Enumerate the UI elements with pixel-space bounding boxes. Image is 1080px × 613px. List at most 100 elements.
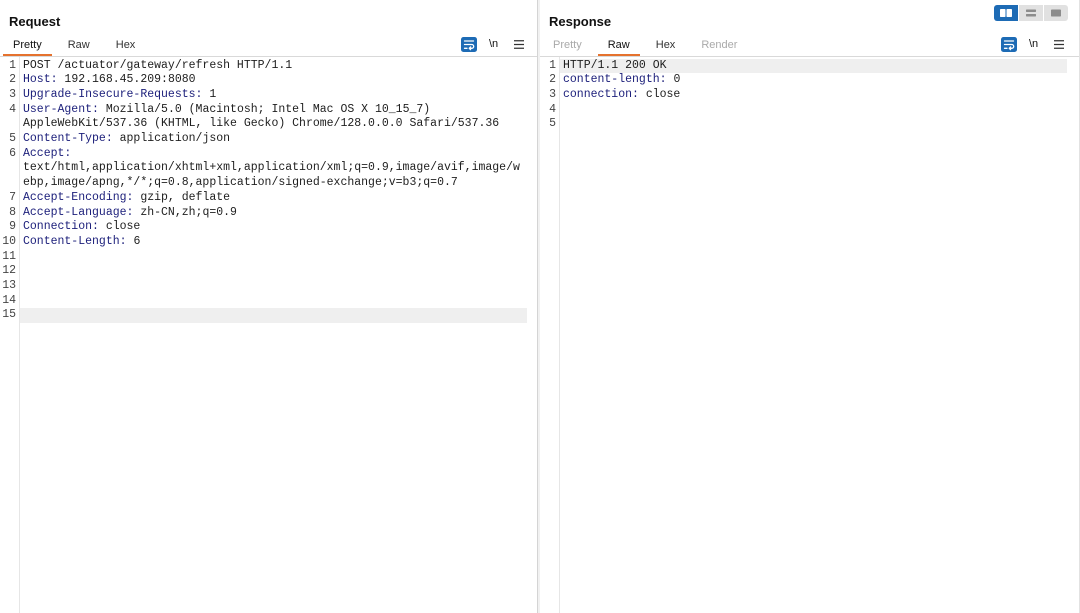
line-text[interactable]: Content-Type: application/json bbox=[20, 132, 527, 147]
header-name: Host: bbox=[23, 73, 58, 87]
line-number: 3 bbox=[9, 88, 16, 102]
header-line[interactable]: 3 connection: close bbox=[540, 88, 1067, 103]
tab-hex[interactable]: Hex bbox=[646, 37, 686, 56]
header-value: close bbox=[105, 220, 141, 234]
line-text[interactable] bbox=[20, 264, 527, 279]
header-line[interactable]: 5 Content-Type: application/json bbox=[0, 132, 527, 147]
header-line[interactable]: 6 Accept: bbox=[0, 147, 527, 162]
tab-raw[interactable]: Raw bbox=[58, 37, 100, 56]
wrap-lines-button[interactable] bbox=[461, 37, 477, 52]
header-value-continued[interactable]: ebp,image/apng,*/*;q=0.8,application/sig… bbox=[20, 176, 527, 191]
request-line[interactable]: 11 bbox=[0, 250, 527, 265]
line-text[interactable]: Connection: close bbox=[20, 220, 527, 235]
line-text[interactable]: Accept-Encoding: gzip, deflate bbox=[20, 191, 527, 206]
header-value-continued[interactable]: text/html,application/xhtml+xml,applicat… bbox=[20, 161, 527, 176]
header-value-continued[interactable]: AppleWebKit/537.36 (KHTML, like Gecko) C… bbox=[20, 117, 527, 132]
header-name: Accept-Encoding: bbox=[23, 190, 134, 204]
header-value: Mozilla/5.0 (Macintosh; Intel Mac OS X 1… bbox=[105, 102, 431, 116]
header-line[interactable]: 2 content-length: 0 bbox=[540, 73, 1067, 88]
wrap-lines-button[interactable] bbox=[1001, 37, 1017, 52]
response-line[interactable]: 5 bbox=[540, 117, 1067, 132]
editor-menu-button[interactable] bbox=[514, 40, 524, 49]
line-number: 13 bbox=[2, 278, 16, 292]
tab-render[interactable]: Render bbox=[691, 37, 747, 56]
header-name: Content-Type: bbox=[23, 132, 113, 146]
line-text[interactable]: User-Agent: Mozilla/5.0 (Macintosh; Intel… bbox=[20, 103, 527, 118]
header-name: Accept: bbox=[23, 146, 72, 160]
line-text[interactable] bbox=[560, 117, 1067, 132]
request-view-tabs: Pretty Raw Hex bbox=[3, 37, 145, 56]
line-number: 6 bbox=[9, 146, 16, 160]
line-text[interactable]: Content-Length: 6 bbox=[20, 235, 527, 250]
response-lines: 1 HTTP/1.1 200 OK 2 content-length: 0 3 c… bbox=[540, 58, 1067, 132]
line-number-blank bbox=[0, 176, 20, 191]
header-line[interactable]: 4 User-Agent: Mozilla/5.0 (Macintosh; Int… bbox=[0, 103, 527, 118]
header-line[interactable]: 2 Host: 192.168.45.209:8080 bbox=[0, 73, 527, 88]
header-name: connection: bbox=[563, 88, 639, 102]
header-value: 6 bbox=[133, 234, 141, 248]
line-number: 15 bbox=[2, 308, 16, 322]
header-value: application/json bbox=[119, 132, 231, 146]
tab-pretty[interactable]: Pretty bbox=[543, 37, 592, 56]
header-line[interactable]: 9 Connection: close bbox=[0, 220, 527, 235]
line-number: 8 bbox=[9, 205, 16, 219]
line-text[interactable] bbox=[20, 279, 527, 294]
tab-pretty[interactable]: Pretty bbox=[3, 37, 52, 56]
line-text[interactable]: Upgrade-Insecure-Requests: 1 bbox=[20, 88, 527, 103]
request-line[interactable]: 14 bbox=[0, 294, 527, 309]
header-line[interactable]: 7 Accept-Encoding: gzip, deflate bbox=[0, 191, 527, 206]
request-line[interactable]: 1 POST /actuator/gateway/refresh HTTP/1.… bbox=[0, 59, 527, 74]
header-name: Upgrade-Insecure-Requests: bbox=[23, 88, 203, 102]
header-name: Content-Length: bbox=[23, 234, 127, 248]
wrapped-line-continuation[interactable]: text/html,application/xhtml+xml,applicat… bbox=[0, 161, 527, 176]
panel-title: Request bbox=[9, 14, 61, 29]
line-number: 11 bbox=[2, 249, 16, 263]
request-line[interactable]: 15 bbox=[0, 308, 527, 324]
header-line[interactable]: 10 Content-Length: 6 bbox=[0, 235, 527, 250]
header-name: content-length: bbox=[563, 73, 667, 87]
line-number: 4 bbox=[9, 102, 16, 116]
editor-menu-button[interactable] bbox=[1054, 40, 1064, 49]
status-line[interactable]: 1 HTTP/1.1 200 OK bbox=[540, 58, 1067, 74]
header-value: gzip, deflate bbox=[140, 190, 231, 204]
header-value: 0 bbox=[673, 73, 681, 87]
header-name: Connection: bbox=[23, 220, 99, 234]
line-number: 7 bbox=[9, 190, 16, 204]
header-line[interactable]: 8 Accept-Language: zh-CN,zh;q=0.9 bbox=[0, 206, 527, 221]
line-text[interactable]: POST /actuator/gateway/refresh HTTP/1.1 bbox=[20, 59, 527, 74]
line-number: 1 bbox=[9, 58, 16, 72]
line-text[interactable]: Host: 192.168.45.209:8080 bbox=[20, 73, 527, 88]
line-text[interactable]: Accept-Language: zh-CN,zh;q=0.9 bbox=[20, 206, 527, 221]
request-line[interactable]: 13 bbox=[0, 279, 527, 294]
request-editor[interactable]: 1 POST /actuator/gateway/refresh HTTP/1.… bbox=[0, 57, 537, 613]
line-number: 4 bbox=[549, 102, 556, 116]
request-line[interactable]: 12 bbox=[0, 264, 527, 279]
line-text[interactable]: content-length: 0 bbox=[560, 73, 1067, 88]
line-text[interactable] bbox=[20, 250, 527, 265]
wrapped-line-continuation[interactable]: AppleWebKit/537.36 (KHTML, like Gecko) C… bbox=[0, 117, 527, 132]
show-newlines-button[interactable]: \n bbox=[1029, 37, 1038, 52]
line-text[interactable]: connection: close bbox=[560, 88, 1067, 103]
line-text[interactable]: HTTP/1.1 200 OK bbox=[560, 58, 1067, 74]
line-number: 12 bbox=[2, 264, 16, 278]
show-newlines-button[interactable]: \n bbox=[489, 37, 498, 52]
tab-hex[interactable]: Hex bbox=[106, 37, 146, 56]
line-text[interactable] bbox=[20, 294, 527, 309]
line-number: 14 bbox=[2, 293, 16, 307]
line-number: 10 bbox=[2, 234, 16, 248]
panel-title: Response bbox=[549, 14, 612, 29]
line-number: 5 bbox=[549, 117, 556, 131]
response-editor[interactable]: 1 HTTP/1.1 200 OK 2 content-length: 0 3 c… bbox=[540, 57, 1079, 613]
header-value: close bbox=[645, 88, 681, 102]
menu-icon bbox=[514, 40, 524, 49]
line-number-blank bbox=[0, 161, 20, 176]
line-text[interactable]: Accept: bbox=[20, 147, 527, 162]
header-line[interactable]: 3 Upgrade-Insecure-Requests: 1 bbox=[0, 88, 527, 103]
line-number: 2 bbox=[9, 73, 16, 87]
line-number: 2 bbox=[549, 73, 556, 87]
line-text[interactable] bbox=[560, 103, 1067, 118]
line-text[interactable] bbox=[20, 308, 527, 324]
tab-raw[interactable]: Raw bbox=[597, 37, 640, 56]
wrapped-line-continuation[interactable]: ebp,image/apng,*/*;q=0.8,application/sig… bbox=[0, 176, 527, 191]
response-line[interactable]: 4 bbox=[540, 103, 1067, 118]
